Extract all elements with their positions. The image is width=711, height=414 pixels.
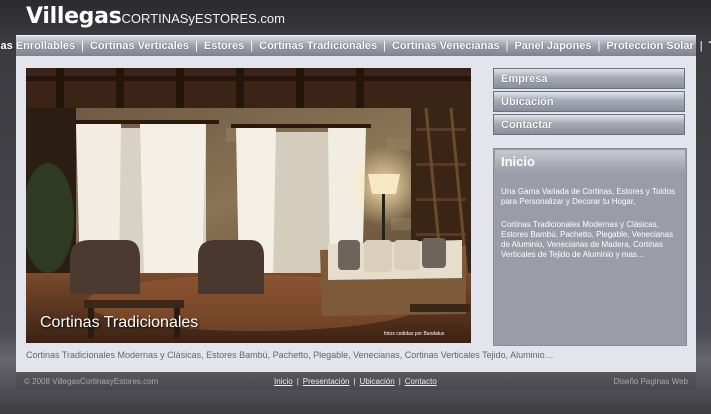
footer-link-contacto[interactable]: Contacto	[405, 377, 437, 386]
info-box: Inicio Una Gama Variada de Cortinas, Est…	[493, 148, 687, 346]
copyright-text: © 2008 VillegasCortinasyEstores.com	[24, 376, 159, 386]
nav-item-proteccion-solar[interactable]: Protección Solar	[600, 40, 699, 52]
footer-link-inicio[interactable]: Inicio	[274, 377, 293, 386]
nav-item-estores[interactable]: Estores	[198, 40, 250, 52]
site-logo[interactable]: VillegasCORTINASyESTORES.com	[26, 4, 285, 29]
nav-item-toldos[interactable]: Toldos	[703, 40, 711, 52]
living-room-image	[26, 68, 471, 343]
logo-brand: Villegas	[26, 4, 122, 29]
footer-link-presentacion[interactable]: Presentación	[303, 377, 350, 386]
info-paragraph: Una Gama Variada de Cortinas, Estores y …	[501, 187, 676, 206]
footer-links: Inicio | Presentación | Ubicación | Cont…	[274, 377, 437, 386]
side-menu-ubicacion[interactable]: Ubicación	[493, 91, 685, 112]
side-menu-empresa[interactable]: Empresa	[493, 68, 685, 89]
footer-link-ubicacion[interactable]: Ubicación	[360, 377, 395, 386]
logo-suffix: CORTINASyESTORES.com	[121, 11, 285, 26]
photo-credit: fotos cedidas por Bandalux	[384, 331, 445, 337]
nav-item-cortinas-tradicionales[interactable]: Cortinas Tradicionales	[253, 40, 383, 52]
hero-photo: Cortinas Tradicionales fotos cedidas por…	[26, 68, 471, 343]
side-menu: Empresa Ubicación Contactar	[493, 68, 685, 137]
info-text: Una Gama Variada de Cortinas, Estores y …	[494, 173, 686, 260]
photo-caption: Cortinas Tradicionales	[40, 314, 199, 331]
products-summary: Cortinas Tradicionales Modernas y Clásic…	[26, 350, 554, 360]
footer-separator: |	[296, 376, 299, 386]
main-nav: Cortinas Enrollables | Cortinas Vertical…	[0, 35, 711, 57]
nav-item-cortinas-enrollables[interactable]: Cortinas Enrollables	[0, 40, 81, 52]
info-paragraph: Cortinas Tradicionales Modernas y Clásic…	[501, 220, 674, 259]
nav-item-panel-japones[interactable]: Panel Japones	[508, 40, 597, 52]
footer-separator: |	[353, 376, 356, 386]
side-menu-contactar[interactable]: Contactar	[493, 114, 685, 135]
site-header: VillegasCORTINASyESTORES.com	[0, 0, 711, 34]
content-panel: Cortinas Tradicionales fotos cedidas por…	[16, 56, 696, 372]
nav-item-cortinas-venecianas[interactable]: Cortinas Venecianas	[386, 40, 506, 52]
info-title: Inicio	[495, 150, 685, 172]
nav-item-cortinas-verticales[interactable]: Cortinas Verticales	[84, 40, 195, 52]
footer: © 2008 VillegasCortinasyEstores.com Inic…	[16, 372, 696, 390]
designer-credit[interactable]: Diseño Paginas Web	[613, 377, 688, 386]
footer-separator: |	[398, 376, 401, 386]
